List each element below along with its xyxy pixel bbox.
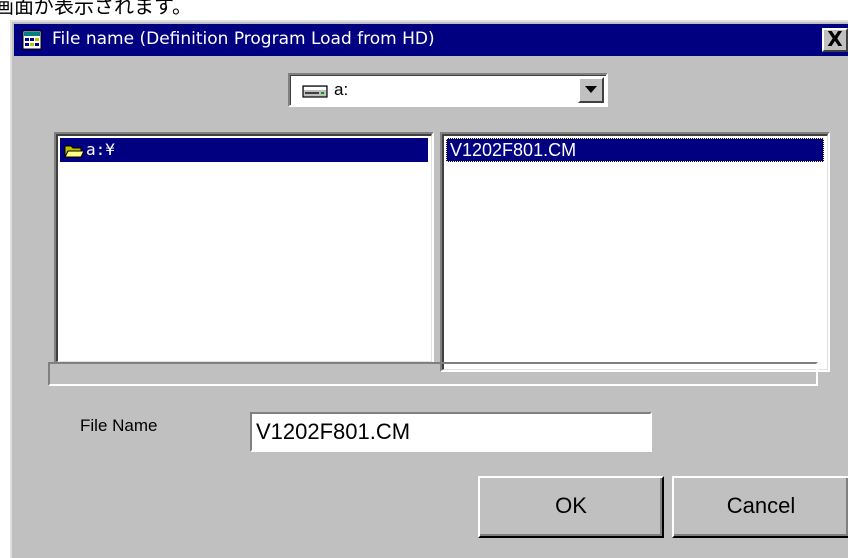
directory-label: a:¥ — [86, 140, 115, 159]
drive-label: a: — [334, 80, 349, 99]
status-bar — [48, 362, 818, 386]
folder-open-icon — [64, 142, 85, 158]
ok-button[interactable]: OK — [478, 476, 664, 538]
directory-item[interactable]: a:¥ — [60, 138, 428, 162]
drive-icon — [302, 83, 328, 99]
file-load-dialog: File name (Definition Program Load from … — [10, 20, 848, 558]
window-title: File name (Definition Program Load from … — [52, 29, 435, 49]
caption-text: 画面が表示されます。 — [0, 0, 192, 18]
cancel-label: Cancel — [726, 493, 796, 518]
drive-select[interactable]: a: — [288, 73, 608, 107]
cancel-button[interactable]: Cancel — [672, 476, 848, 538]
close-button[interactable]: X — [822, 28, 848, 52]
ok-label: OK — [555, 493, 587, 518]
file-name-label: File Name — [80, 416, 158, 435]
title-bar: File name (Definition Program Load from … — [14, 24, 848, 56]
chevron-down-icon — [585, 86, 597, 93]
close-icon: X — [827, 27, 843, 51]
file-list[interactable]: V1202F801.CM — [440, 132, 830, 372]
file-item[interactable]: V1202F801.CM — [446, 138, 824, 162]
file-label: V1202F801.CM — [450, 140, 577, 160]
app-icon — [22, 30, 42, 50]
file-name-input[interactable] — [250, 412, 652, 452]
drive-dropdown-button[interactable] — [578, 77, 604, 103]
directory-list[interactable]: a:¥ — [54, 132, 434, 364]
